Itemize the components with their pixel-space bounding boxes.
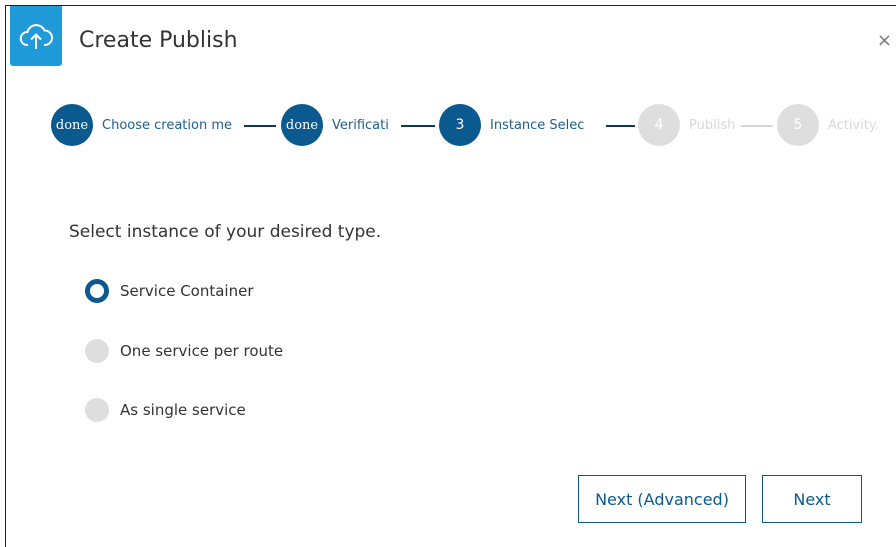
step-verification[interactable]: done Verificati (281, 104, 392, 146)
next-advanced-button[interactable]: Next (Advanced) (578, 475, 746, 523)
radio-label: As single service (120, 401, 246, 419)
next-button[interactable]: Next (762, 475, 862, 523)
step-label: Publish (689, 117, 736, 133)
instance-prompt: Select instance of your desired type. (69, 222, 382, 242)
cloud-upload-icon (10, 6, 62, 66)
radio-service-container[interactable]: Service Container (85, 279, 254, 303)
step-activity[interactable]: 5 Activity. (777, 104, 888, 146)
radio-one-service-per-route[interactable]: One service per route (85, 339, 283, 363)
step-number-badge: 4 (638, 104, 680, 146)
radio-as-single-service[interactable]: As single service (85, 398, 246, 422)
step-connector (244, 125, 276, 127)
step-label: Instance Selec (490, 117, 585, 133)
close-icon[interactable]: × (877, 30, 892, 51)
radio-indicator[interactable] (85, 339, 109, 363)
radio-label: One service per route (120, 342, 284, 360)
step-done-badge: done (281, 104, 323, 146)
step-label: Choose creation me (102, 117, 232, 133)
step-label: Verificati (332, 117, 389, 133)
create-publish-dialog: Create Publish × done Choose creation me… (5, 5, 896, 547)
step-instance-selection[interactable]: 3 Instance Selec (439, 104, 587, 146)
dialog-title: Create Publish (79, 28, 238, 53)
radio-label: Service Container (120, 282, 254, 300)
radio-selected-indicator[interactable] (85, 279, 109, 303)
step-connector (606, 125, 635, 127)
radio-indicator[interactable] (85, 398, 109, 422)
step-done-badge: done (51, 104, 93, 146)
step-connector (401, 125, 435, 127)
step-number-badge: 3 (439, 104, 481, 146)
step-label: Activity. (828, 117, 879, 133)
step-connector (741, 125, 773, 127)
step-number-badge: 5 (777, 104, 819, 146)
step-choose-creation-method[interactable]: done Choose creation me (51, 104, 233, 146)
stepper: done Choose creation me done Verificati … (51, 104, 891, 146)
step-publish[interactable]: 4 Publish (638, 104, 749, 146)
